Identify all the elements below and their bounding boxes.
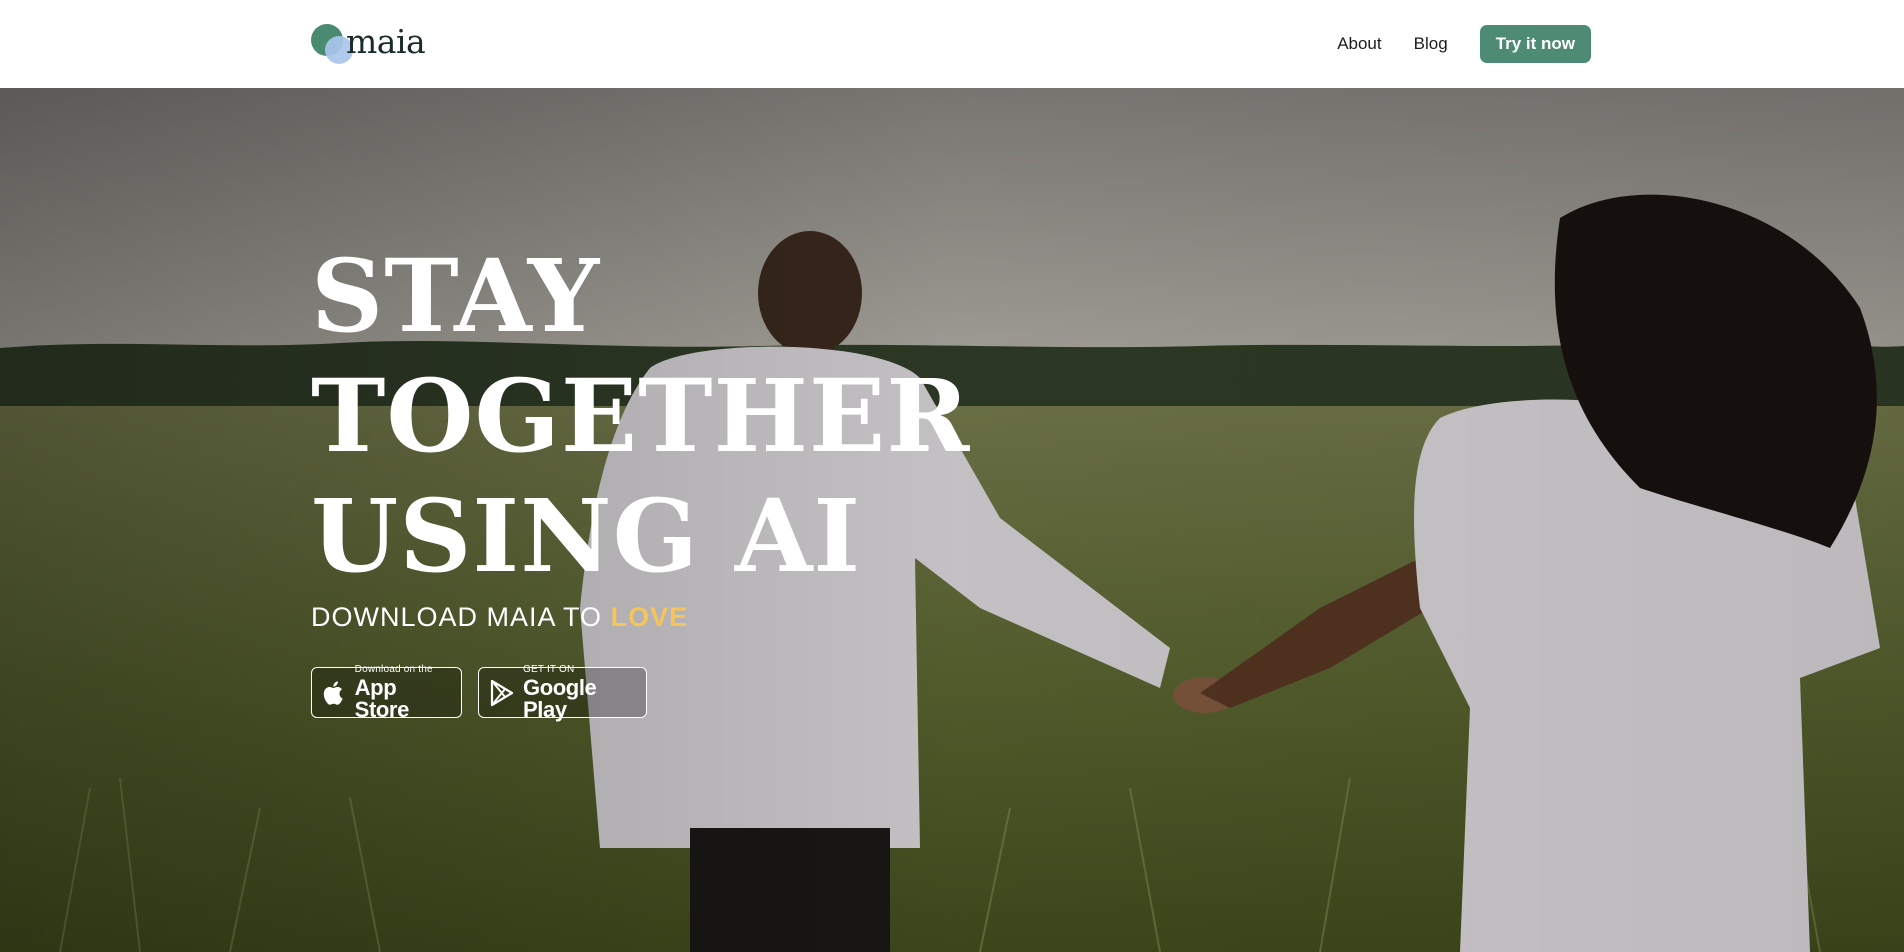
main-nav: About Blog Try it now <box>1337 25 1591 63</box>
app-store-text: Download on the App Store <box>354 663 451 722</box>
app-store-big-text: App Store <box>354 674 410 722</box>
hero-headline: STAY TOGETHER USING AI <box>311 236 1211 596</box>
logo-wordmark: maia <box>346 22 426 61</box>
store-buttons: Download on the App Store GET IT ON Goog… <box>311 663 1211 722</box>
site-header: maia About Blog Try it now <box>0 0 1904 88</box>
maia-logo[interactable]: maia <box>311 22 426 66</box>
hero-content: STAY TOGETHER USING AI DOWNLOAD MAIA TO … <box>311 236 1211 722</box>
subhead-prefix: DOWNLOAD MAIA TO <box>311 602 603 632</box>
google-play-small-text: GET IT ON <box>523 663 575 675</box>
google-play-big-text: Google Play <box>523 674 597 722</box>
hero-section: STAY TOGETHER USING AI DOWNLOAD MAIA TO … <box>0 88 1904 952</box>
subhead-accent: LOVE <box>610 602 689 632</box>
app-store-button[interactable]: Download on the App Store <box>311 663 462 722</box>
headline-line-3: USING AI <box>311 477 862 595</box>
google-play-button[interactable]: GET IT ON Google Play <box>478 663 647 722</box>
app-store-small-text: Download on the <box>354 663 433 675</box>
google-play-text: GET IT ON Google Play <box>523 663 636 722</box>
headline-line-1: STAY <box>311 237 601 355</box>
play-triangle-icon <box>489 679 515 707</box>
headline-line-2: TOGETHER <box>311 357 971 475</box>
nav-link-about[interactable]: About <box>1337 34 1381 54</box>
hero-subheading: DOWNLOAD MAIA TO LOVE <box>311 602 1211 633</box>
try-it-now-button[interactable]: Try it now <box>1479 25 1591 63</box>
nav-link-blog[interactable]: Blog <box>1414 34 1448 54</box>
apple-icon <box>322 679 347 707</box>
